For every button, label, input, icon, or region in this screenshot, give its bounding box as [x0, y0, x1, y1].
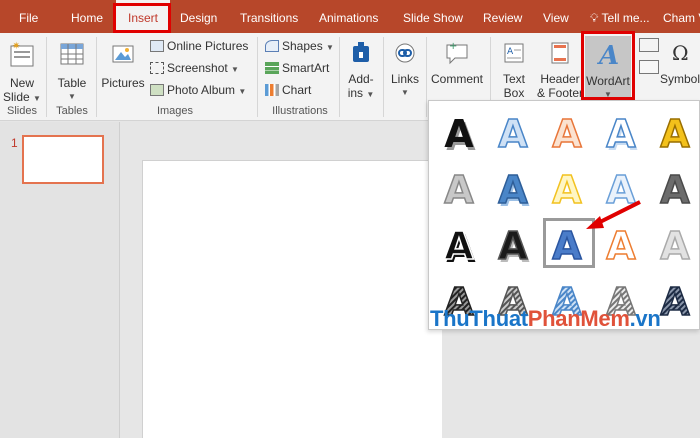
globe-picture-icon — [150, 40, 164, 52]
chart-icon — [265, 84, 279, 96]
svg-text:Ω: Ω — [672, 41, 689, 65]
group-label-images: Images — [156, 105, 194, 117]
chart-button[interactable]: Chart — [265, 82, 311, 98]
svg-text:A: A — [507, 47, 514, 57]
svg-text:A: A — [660, 112, 690, 154]
site-watermark: ThuThuatPhanMem.vn — [430, 306, 661, 331]
add-ins-button[interactable]: Add- ins ▼ — [343, 36, 379, 102]
link-icon — [395, 43, 415, 63]
slide-thumbnail[interactable] — [22, 135, 104, 184]
pictures-button[interactable]: Pictures — [100, 36, 146, 90]
tab-animations[interactable]: Animations — [319, 0, 378, 33]
wordart-style-black-shadow[interactable]: AA — [435, 106, 487, 156]
wordart-icon: A — [596, 41, 619, 71]
screenshot-icon — [150, 62, 164, 74]
new-slide-icon: ✷ — [10, 41, 34, 67]
screenshot-button[interactable]: Screenshot ▼ — [150, 60, 239, 78]
wordart-button[interactable]: A WordArt ▼ — [585, 36, 631, 99]
omega-icon: Ω — [672, 41, 689, 65]
svg-text:A: A — [660, 224, 690, 266]
header-footer-icon — [551, 42, 569, 64]
wordart-style-gray-soft[interactable]: A — [435, 162, 487, 212]
shapes-button[interactable]: Shapes ▼ — [265, 38, 334, 56]
svg-text:A: A — [660, 280, 690, 322]
store-icon — [353, 42, 369, 62]
wordart-style-gray-gradient[interactable]: A — [651, 162, 700, 212]
tab-file[interactable]: File — [19, 0, 38, 33]
svg-text:A: A — [552, 168, 582, 210]
tab-insert[interactable]: Insert — [116, 0, 170, 33]
photo-album-icon — [150, 84, 164, 96]
group-label-illustrations: Illustrations — [272, 105, 328, 117]
comment-icon: + — [446, 41, 468, 65]
wordart-gallery: AAAAAAAAAAAAAAAAAAAAAAAAA — [428, 100, 700, 330]
text-box-icon: A — [504, 43, 524, 63]
svg-text:A: A — [606, 112, 636, 154]
red-arrow-annotation — [586, 200, 641, 229]
wordart-style-orange-gradient-outline[interactable]: A — [543, 106, 595, 156]
wordart-style-black-white-outline[interactable]: AA — [435, 218, 487, 268]
tab-design[interactable]: Design — [180, 0, 217, 33]
tab-review[interactable]: Review — [483, 0, 522, 33]
user-name[interactable]: Cham V — [663, 0, 700, 33]
tab-transitions[interactable]: Transitions — [240, 0, 298, 33]
group-label-slides: Slides — [7, 105, 37, 117]
wordart-style-gold-bevel[interactable]: A — [651, 106, 700, 156]
svg-text:+: + — [449, 41, 457, 52]
wordart-style-blue-outline-light[interactable]: A — [489, 106, 541, 156]
slide-canvas[interactable] — [142, 160, 442, 438]
new-slide-button[interactable]: ✷ New Slide ▼ — [3, 36, 41, 106]
svg-text:A: A — [444, 112, 474, 154]
table-icon — [60, 43, 84, 65]
svg-text:A: A — [498, 224, 528, 266]
table-button[interactable]: Table ▼ — [52, 36, 92, 104]
smartart-icon — [265, 62, 279, 74]
svg-text:A: A — [660, 168, 690, 210]
symbols-button[interactable]: Ω Symbol — [660, 36, 700, 86]
tab-view[interactable]: View — [543, 0, 569, 33]
header-footer-button[interactable]: Header & Footer — [536, 36, 584, 100]
pictures-icon — [112, 45, 134, 63]
date-time-icon[interactable] — [639, 38, 659, 52]
wordart-style-blue-gradient-solid[interactable]: AA — [489, 162, 541, 212]
tab-slide-show[interactable]: Slide Show — [403, 0, 463, 33]
lightbulb-icon: 💡︎ — [590, 11, 599, 25]
slide-number-icon[interactable] — [639, 60, 659, 74]
svg-text:A: A — [552, 224, 582, 266]
tell-me-label: Tell me... — [601, 11, 650, 25]
svg-text:A: A — [444, 168, 474, 210]
wordart-style-silver-soft[interactable]: A — [651, 218, 700, 268]
group-label-tables: Tables — [56, 105, 88, 117]
links-button[interactable]: Links ▼ — [387, 36, 423, 100]
text-box-button[interactable]: A Text Box — [496, 36, 532, 100]
tell-me-search[interactable]: 💡︎ Tell me... — [590, 0, 650, 33]
smartart-button[interactable]: SmartArt — [265, 60, 329, 76]
svg-text:A: A — [444, 224, 474, 266]
photo-album-button[interactable]: Photo Album ▼ — [150, 82, 246, 100]
svg-text:A: A — [552, 112, 582, 154]
shapes-icon — [265, 40, 279, 52]
wordart-style-blue-outline-glow[interactable]: AA — [597, 106, 649, 156]
svg-text:✷: ✷ — [12, 41, 20, 52]
svg-text:A: A — [498, 168, 528, 210]
online-pictures-button[interactable]: Online Pictures — [150, 38, 248, 54]
svg-text:A: A — [596, 41, 619, 68]
tab-home[interactable]: Home — [71, 0, 103, 33]
wordart-style-black-heavy[interactable]: AA — [489, 218, 541, 268]
svg-text:A: A — [498, 112, 528, 154]
comment-button[interactable]: + Comment — [428, 36, 486, 86]
slide-number: 1 — [11, 136, 18, 150]
